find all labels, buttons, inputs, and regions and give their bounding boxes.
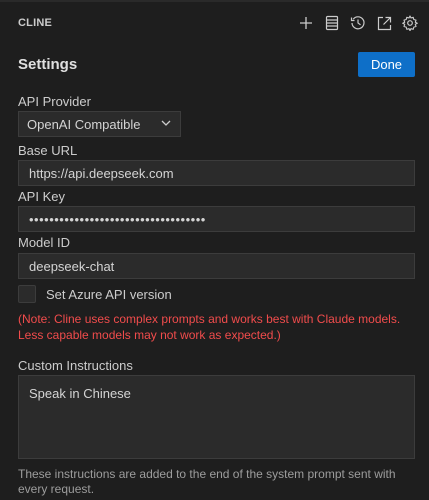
azure-version-row: Set Azure API version: [18, 285, 172, 303]
top-divider: [0, 0, 429, 2]
history-clock-icon[interactable]: [349, 14, 367, 32]
api-provider-select[interactable]: OpenAI Compatible: [18, 111, 181, 137]
api-key-input[interactable]: [18, 206, 415, 232]
panel-title: CLINE: [18, 17, 52, 29]
base-url-label: Base URL: [18, 143, 78, 158]
cline-settings-panel: CLINE Settings Done API Provider OpenAI …: [0, 0, 429, 500]
history-list-icon[interactable]: [323, 14, 341, 32]
settings-title-row: Settings Done: [18, 51, 415, 77]
popout-icon[interactable]: [375, 14, 393, 32]
chevron-down-icon: [160, 117, 172, 132]
gear-icon[interactable]: [401, 14, 419, 32]
base-url-input[interactable]: [18, 160, 415, 186]
header-actions: [297, 14, 419, 32]
api-provider-label: API Provider: [18, 94, 91, 109]
settings-title: Settings: [18, 55, 78, 73]
custom-instructions-help: These instructions are added to the end …: [18, 467, 396, 496]
model-id-input[interactable]: [18, 253, 415, 279]
model-id-label: Model ID: [18, 235, 71, 250]
plus-icon[interactable]: [297, 14, 315, 32]
custom-instructions-textarea[interactable]: Speak in Chinese: [18, 375, 415, 459]
api-key-label: API Key: [18, 189, 65, 204]
azure-version-checkbox[interactable]: [18, 285, 36, 303]
panel-header: CLINE: [0, 4, 429, 42]
model-warning-note: (Note: Cline uses complex prompts and wo…: [18, 312, 401, 342]
api-provider-value: OpenAI Compatible: [27, 116, 141, 132]
done-button[interactable]: Done: [358, 51, 415, 77]
azure-version-label[interactable]: Set Azure API version: [46, 287, 172, 302]
custom-instructions-label: Custom Instructions: [18, 358, 133, 373]
